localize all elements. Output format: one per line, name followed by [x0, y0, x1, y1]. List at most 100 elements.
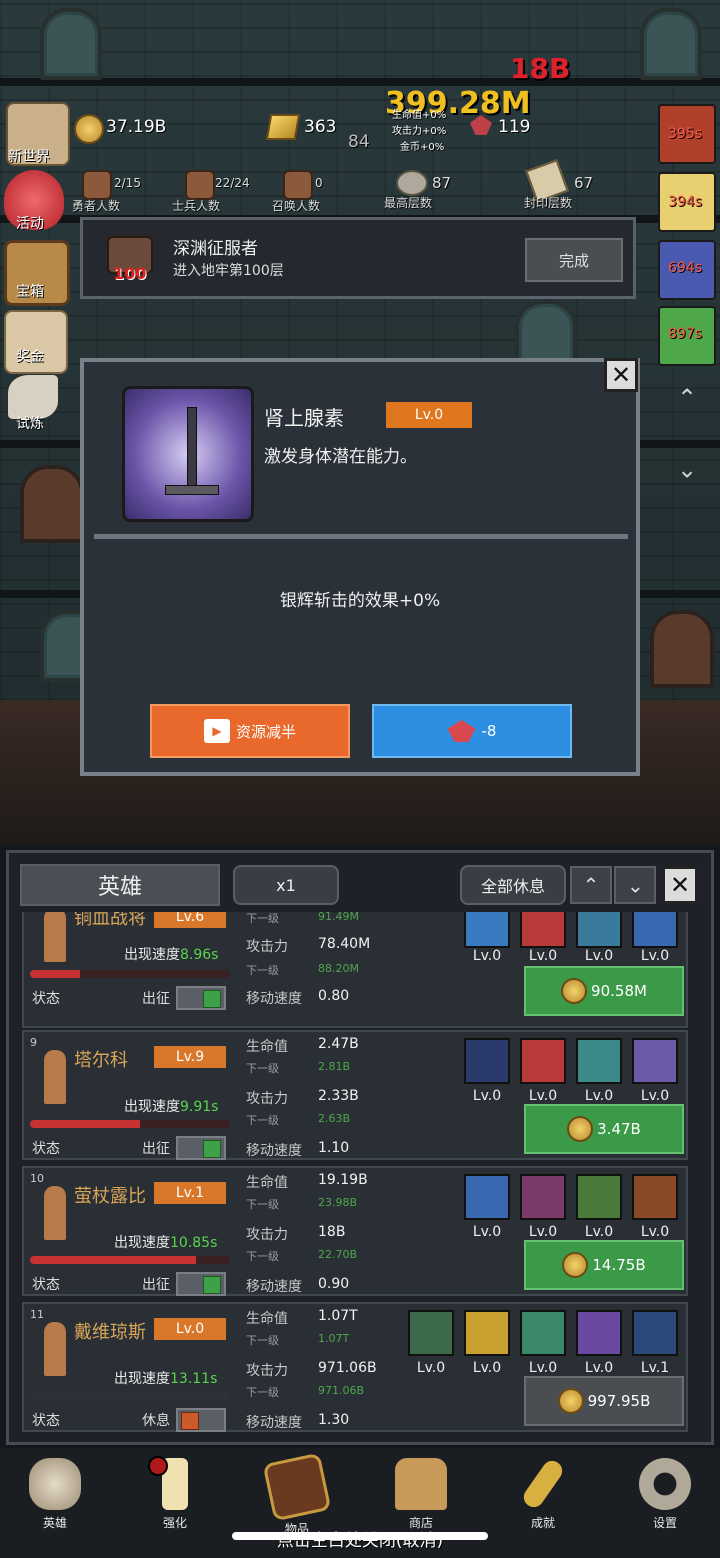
- blood-drop-skill-icon[interactable]: [464, 912, 510, 948]
- cannon-skill-icon[interactable]: [632, 1310, 678, 1356]
- coin-icon: [561, 978, 588, 1004]
- panel-close-button[interactable]: ✕: [662, 866, 698, 904]
- half-cost-ad-button[interactable]: ▶ 资源减半: [150, 704, 350, 758]
- hero-spawn-speed: 出现速度10.85s: [114, 1235, 218, 1251]
- hp-value: 19.19B: [318, 1172, 368, 1188]
- nav-shop[interactable]: 商店: [376, 1458, 466, 1531]
- buff-timer: 897s: [668, 326, 703, 342]
- hero-count-icon: [82, 170, 112, 200]
- nav-heroes[interactable]: 英雄: [10, 1458, 100, 1531]
- side-menu-new-world[interactable]: 新世界: [8, 146, 50, 166]
- hero-spawn-speed: 出现速度13.11s: [114, 1371, 218, 1387]
- status-value: 出征: [142, 1141, 170, 1157]
- multiplier-button[interactable]: x1: [233, 865, 339, 905]
- boot-skill-icon[interactable]: [632, 1174, 678, 1220]
- wolf-skill-icon[interactable]: [520, 1174, 566, 1220]
- status-value: 出征: [142, 1277, 170, 1293]
- sword-skill-icon[interactable]: [632, 1038, 678, 1084]
- hero-level: Lv.1: [154, 1182, 226, 1204]
- next-level-label: 下一级: [246, 1114, 279, 1127]
- slash-skill-icon[interactable]: [520, 912, 566, 948]
- deploy-toggle[interactable]: [176, 1136, 226, 1160]
- scroll-up-button[interactable]: ⌃: [662, 384, 712, 414]
- deploy-toggle[interactable]: [176, 986, 226, 1010]
- upgrade-cost: 997.95B: [587, 1392, 651, 1410]
- chevron-up-icon[interactable]: ⌃: [570, 866, 612, 904]
- coin-icon: [557, 1388, 584, 1414]
- atk-next-value: 88.20M: [318, 962, 359, 975]
- move-value: 0.80: [318, 988, 350, 1004]
- floor-divider: [0, 78, 720, 86]
- hero-list[interactable]: 铜血战将 Lv.6 出现速度8.96s 状态 出征 下一级 91.49M 攻击力…: [0, 912, 720, 1438]
- chevron-down-icon[interactable]: ⌃: [614, 866, 656, 904]
- move-value: 0.90: [318, 1276, 350, 1292]
- atk-label: 攻击力: [246, 1363, 288, 1379]
- side-menu-activity[interactable]: 活动: [16, 213, 44, 233]
- next-level-label: 下一级: [246, 1386, 279, 1399]
- rest-all-button[interactable]: 全部休息: [460, 865, 566, 905]
- dungeon-door: [20, 465, 84, 543]
- tab-heroes[interactable]: 英雄: [20, 864, 220, 906]
- quest-complete-button[interactable]: 完成: [525, 238, 623, 282]
- skill-level: Lv.0: [528, 1360, 558, 1376]
- scimitar-skill-icon[interactable]: [464, 1310, 510, 1356]
- skull-icon: [29, 1458, 81, 1510]
- upgrade-button[interactable]: 90.58M: [524, 966, 684, 1016]
- gem-icon: [447, 720, 476, 742]
- hero-level: Lv.6: [154, 912, 226, 928]
- dagger-skill-icon[interactable]: [520, 1038, 566, 1084]
- scroll-down-button[interactable]: ⌃: [662, 452, 712, 482]
- upgrade-cost: 3.47B: [597, 1120, 641, 1138]
- hero-hp-bar: [30, 1392, 230, 1400]
- status-value: 休息: [142, 1413, 170, 1429]
- gem-amount: 119: [498, 117, 531, 137]
- claw-skill-icon[interactable]: [576, 1310, 622, 1356]
- rest-toggle[interactable]: [176, 1408, 226, 1432]
- damage-number: 18B: [510, 52, 571, 85]
- buff-gold-text: 金币+0%: [400, 142, 445, 153]
- soldier-count-label: 士兵人数: [172, 199, 221, 213]
- next-level-label: 下一级: [246, 1198, 279, 1211]
- side-menu-chest[interactable]: 宝箱: [16, 281, 44, 301]
- skill-modal: 肾上腺素 Lv.0 激发身体潜在能力。 银辉斩击的效果+0% ▶ 资源减半 -8: [80, 358, 640, 776]
- gear-icon: [639, 1458, 691, 1510]
- peg-leg-skill-icon[interactable]: [520, 1310, 566, 1356]
- side-menu-bonus[interactable]: 奖金: [16, 346, 44, 366]
- hero-sprite: [44, 1322, 66, 1376]
- buff-timer: 694s: [668, 260, 703, 276]
- upgrade-button[interactable]: 3.47B: [524, 1104, 684, 1154]
- boot-skill-icon[interactable]: [576, 912, 622, 948]
- gem-upgrade-button[interactable]: -8: [372, 704, 572, 758]
- video-play-icon: ▶: [203, 719, 230, 743]
- hp-next-value: 2.81B: [318, 1060, 351, 1073]
- skull-shield-skill-icon[interactable]: [408, 1310, 454, 1356]
- nav-settings[interactable]: 设置: [620, 1458, 710, 1531]
- skill-level-badge: Lv.0: [386, 402, 472, 428]
- dungeon-window: [640, 8, 702, 80]
- skill-level: Lv.0: [640, 1224, 670, 1240]
- hero-index: 10: [30, 1172, 44, 1185]
- max-floor-icon: [396, 170, 428, 196]
- atk-label: 攻击力: [246, 939, 288, 955]
- coin-icon: [567, 1116, 594, 1142]
- modal-close-button[interactable]: ✕: [604, 358, 638, 392]
- boots-skill-icon[interactable]: [576, 1174, 622, 1220]
- round-shield-skill-icon[interactable]: [464, 1038, 510, 1084]
- buff-atk-text: 攻击力+0%: [392, 126, 447, 137]
- leaf-shield-skill-icon[interactable]: [464, 1174, 510, 1220]
- hero-index: 9: [30, 1036, 37, 1049]
- skill-level: Lv.0: [472, 1360, 502, 1376]
- hp-next-value: 1.07T: [318, 1332, 350, 1345]
- upgrade-button[interactable]: 14.75B: [524, 1240, 684, 1290]
- boot-skill-icon[interactable]: [576, 1038, 622, 1084]
- heart-plus-skill-icon[interactable]: [632, 912, 678, 948]
- status-label: 状态: [32, 991, 60, 1007]
- nav-achievements[interactable]: 成就: [498, 1456, 588, 1531]
- side-menu-trial[interactable]: 试炼: [16, 413, 44, 433]
- deploy-toggle[interactable]: [176, 1272, 226, 1296]
- upgrade-button[interactable]: 997.95B: [524, 1376, 684, 1426]
- skill-level: Lv.0: [528, 948, 558, 964]
- hero-sprite: [44, 1186, 66, 1240]
- nav-enhance[interactable]: 强化: [130, 1458, 220, 1531]
- status-value: 出征: [142, 991, 170, 1007]
